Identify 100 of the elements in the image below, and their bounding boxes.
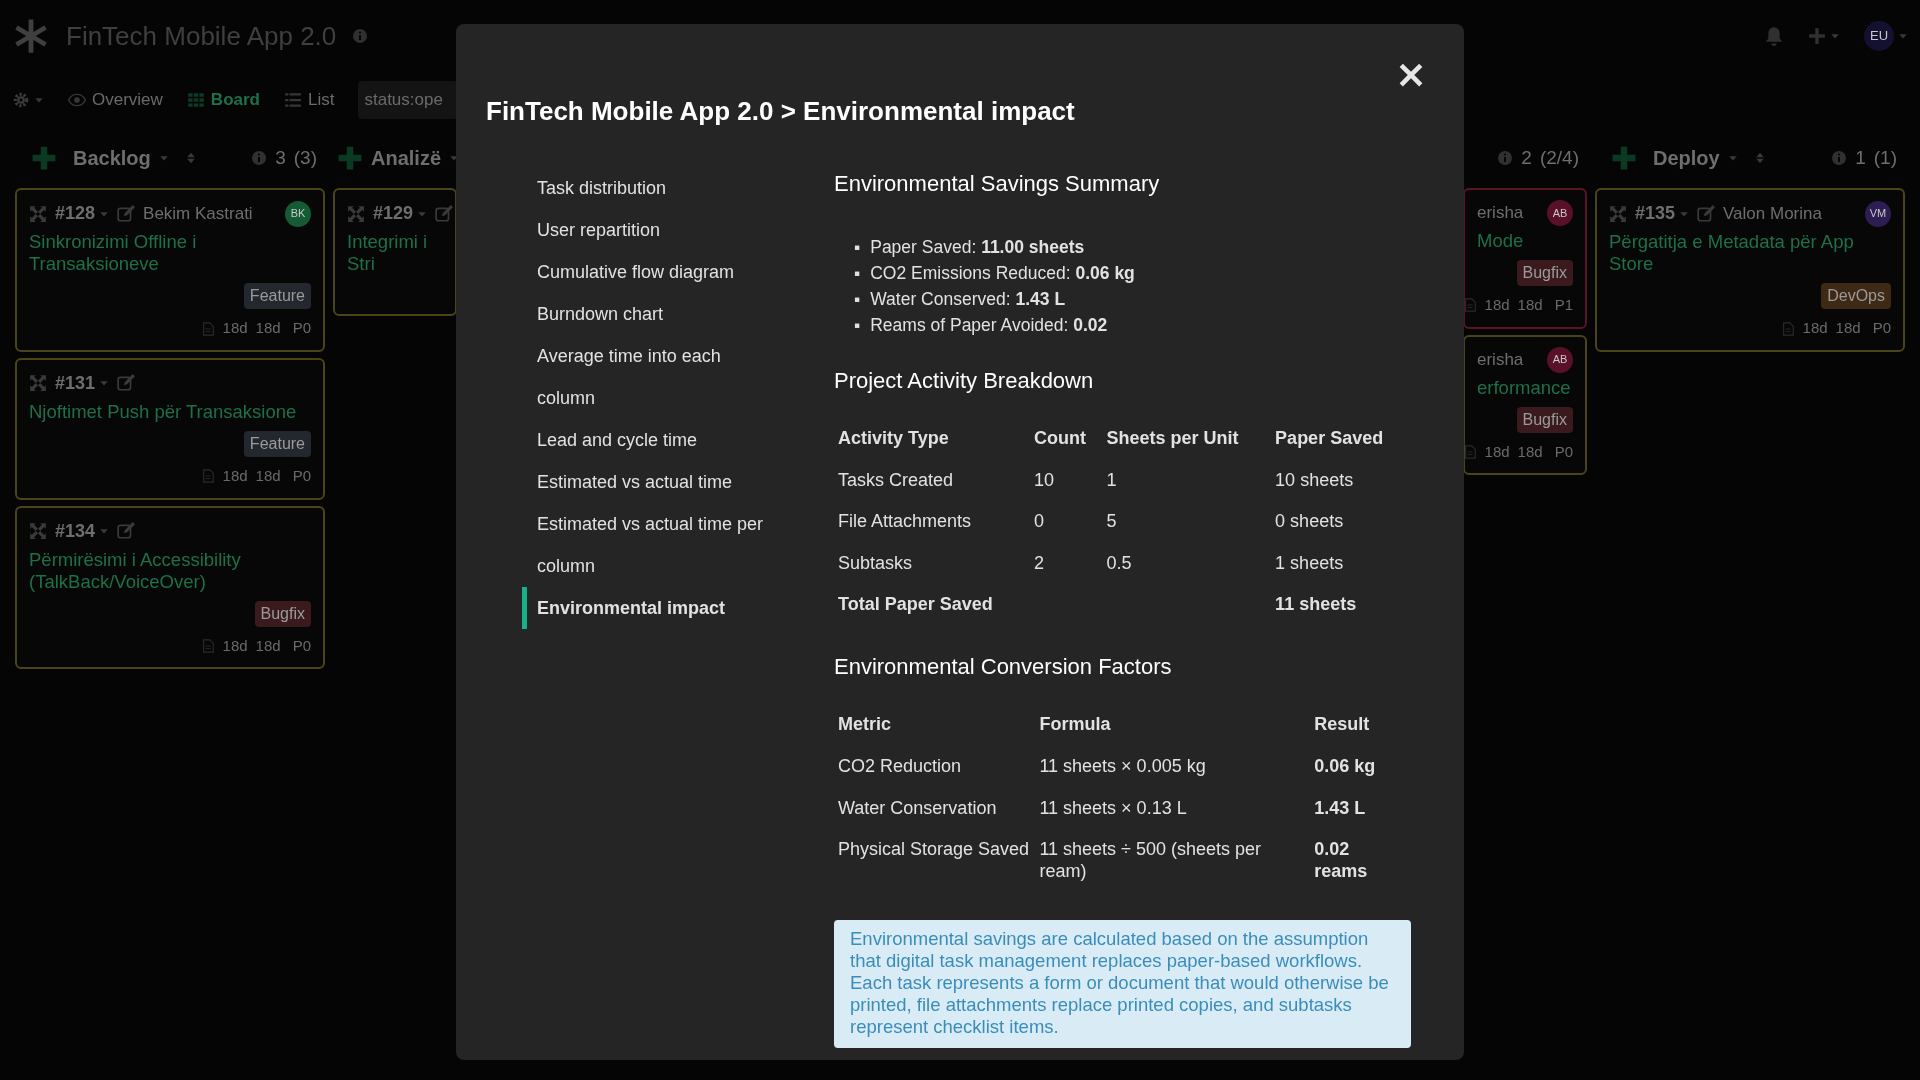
- assignee-avatar: AB: [1547, 200, 1573, 226]
- task-card[interactable]: #135 Valon Morina VM Përgatitja e Metadata për App Store DevOps 18d 18d P0: [1595, 188, 1905, 352]
- plus-icon: [1808, 27, 1826, 45]
- expand-icon[interactable]: [29, 522, 47, 541]
- priority-label: P0: [292, 318, 311, 339]
- report-nav-item[interactable]: Burndown chart: [522, 293, 772, 336]
- edit-icon[interactable]: [117, 204, 136, 223]
- info-icon: [251, 150, 268, 166]
- time-estimate: 18d: [1484, 441, 1510, 462]
- bell-icon[interactable]: [1764, 26, 1784, 46]
- task-card[interactable]: #128 Bekim Kastrati BK Sinkronizimi Offline i Transaksioneve Feature 18d 18d P0: [15, 188, 325, 352]
- view-tab[interactable]: List: [276, 87, 343, 113]
- priority-label: P0: [1554, 441, 1573, 462]
- column-header: Metric: [838, 714, 891, 735]
- priority-label: P1: [1554, 295, 1573, 316]
- add-icon[interactable]: [1611, 145, 1637, 171]
- tag-label: Feature: [243, 431, 311, 458]
- close-icon: [1398, 62, 1424, 88]
- task-title[interactable]: Sinkronizimi Offline i Transaksioneve: [29, 231, 311, 276]
- expand-icon[interactable]: [347, 204, 365, 223]
- task-id-button[interactable]: #129: [373, 200, 428, 227]
- add-menu-button[interactable]: [1808, 27, 1840, 45]
- task-limit: (2/4): [1539, 145, 1579, 170]
- view-tab[interactable]: Board: [178, 87, 268, 113]
- time-estimate: 18d: [1484, 295, 1510, 316]
- task-title[interactable]: Përgatitja e Metadata për App Store: [1609, 231, 1891, 276]
- edit-icon[interactable]: [1697, 204, 1716, 223]
- report-nav-item[interactable]: Task distribution: [522, 167, 772, 210]
- settings-menu-button[interactable]: [12, 91, 44, 109]
- expand-icon[interactable]: [29, 204, 47, 223]
- tag-label: Bugfix: [254, 600, 311, 627]
- bullet-marker: ▪: [854, 261, 861, 285]
- column-header: Result: [1314, 714, 1370, 735]
- column-menu-button[interactable]: Analizë: [371, 143, 460, 173]
- task-card[interactable]: erisha AB erformance Bugfix 18d 18d P0: [1463, 334, 1587, 476]
- summary-item: CO2 Emissions Reduced: 0.06 kg: [870, 261, 1135, 285]
- info-icon: [1497, 150, 1514, 166]
- time-estimate: 18d: [1835, 318, 1861, 339]
- task-title[interactable]: Njoftimet Push për Transaksione: [29, 400, 311, 424]
- table-cell: Total Paper Saved: [838, 594, 993, 615]
- report-nav-item[interactable]: Estimated vs actual time: [522, 461, 772, 504]
- priority-label: P0: [292, 466, 311, 487]
- table-cell: 0.02 reams: [1314, 839, 1368, 881]
- report-nav-item[interactable]: Lead and cycle time: [522, 419, 772, 462]
- task-id-button[interactable]: #131: [55, 369, 110, 397]
- tag-label: Bugfix: [1516, 406, 1573, 433]
- bullet-marker: ▪: [854, 313, 861, 337]
- add-icon[interactable]: [337, 145, 363, 171]
- summary-item: Paper Saved: 11.00 sheets: [870, 235, 1085, 259]
- priority-label: P0: [292, 635, 311, 656]
- task-card[interactable]: #134 Përmirësimi i Accessibility (TalkBack/VoiceOver) Bugfix 18d 18d P0: [15, 505, 325, 670]
- document-icon: [200, 468, 215, 485]
- info-icon: [352, 28, 369, 44]
- task-count: 2: [1521, 145, 1532, 170]
- report-nav-item[interactable]: Average time into each column: [522, 335, 772, 420]
- task-title[interactable]: Integrimi i Stri: [347, 231, 443, 276]
- task-id-button[interactable]: #135: [1635, 200, 1690, 227]
- table-cell: 10 sheets: [1275, 469, 1354, 490]
- summary-item: Water Conserved: 1.43 L: [870, 287, 1066, 311]
- section-heading: Environmental Savings Summary: [834, 171, 1161, 198]
- task-card[interactable]: erisha AB Mode Bugfix 18d 18d P1: [1463, 188, 1587, 329]
- search-field[interactable]: status:ope: [358, 81, 459, 119]
- task-card[interactable]: #129 Integrimi i Stri: [333, 188, 457, 316]
- table-cell: Tasks Created: [838, 469, 954, 490]
- view-tab[interactable]: Overview: [60, 87, 171, 113]
- task-card[interactable]: #131 Njoftimet Push për Transaksione Feature 18d 18d P0: [15, 357, 325, 500]
- task-title[interactable]: Përmirësimi i Accessibility (TalkBack/VoiceOver): [29, 548, 311, 593]
- task-id-button[interactable]: #128: [55, 200, 110, 227]
- add-icon[interactable]: [31, 145, 57, 171]
- asterisk-logo-icon[interactable]: [12, 17, 50, 55]
- task-limit: (3): [293, 145, 317, 170]
- eye-icon: [68, 91, 86, 109]
- tag-label: Bugfix: [1516, 260, 1573, 287]
- list-icon: [284, 91, 302, 109]
- edit-icon[interactable]: [117, 522, 136, 541]
- report-nav-item[interactable]: Environmental impact: [522, 587, 772, 630]
- column-header: Paper Saved: [1274, 426, 1385, 450]
- expand-icon[interactable]: [1609, 204, 1627, 223]
- table-cell: 0.5: [1106, 552, 1132, 573]
- task-title[interactable]: erformance: [1477, 376, 1573, 399]
- user-avatar[interactable]: EU: [1864, 21, 1894, 51]
- task-id-button[interactable]: #134: [55, 517, 110, 545]
- report-nav-item[interactable]: User repartition: [522, 209, 772, 252]
- table-cell: Water Conservation: [838, 797, 997, 818]
- report-nav-item[interactable]: Estimated vs actual time per column: [522, 503, 772, 588]
- column-menu-button[interactable]: Backlog: [73, 143, 169, 173]
- grid-icon: [186, 91, 205, 109]
- column-menu-button[interactable]: Deploy: [1653, 143, 1738, 173]
- table-cell: 11 sheets × 0.13 L: [1039, 797, 1187, 818]
- task-count: 3: [275, 145, 286, 170]
- info-icon: [1831, 150, 1848, 166]
- time-estimate: 18d: [222, 466, 248, 487]
- table-cell: 11 sheets ÷ 500 (sheets per ream): [1039, 839, 1262, 881]
- edit-icon[interactable]: [117, 374, 136, 393]
- task-title[interactable]: Mode: [1477, 230, 1573, 253]
- time-estimate: 18d: [255, 318, 281, 339]
- report-nav-item[interactable]: Cumulative flow diagram: [522, 251, 772, 294]
- time-estimate: 18d: [222, 635, 248, 656]
- expand-icon[interactable]: [29, 374, 47, 393]
- edit-icon[interactable]: [435, 204, 454, 223]
